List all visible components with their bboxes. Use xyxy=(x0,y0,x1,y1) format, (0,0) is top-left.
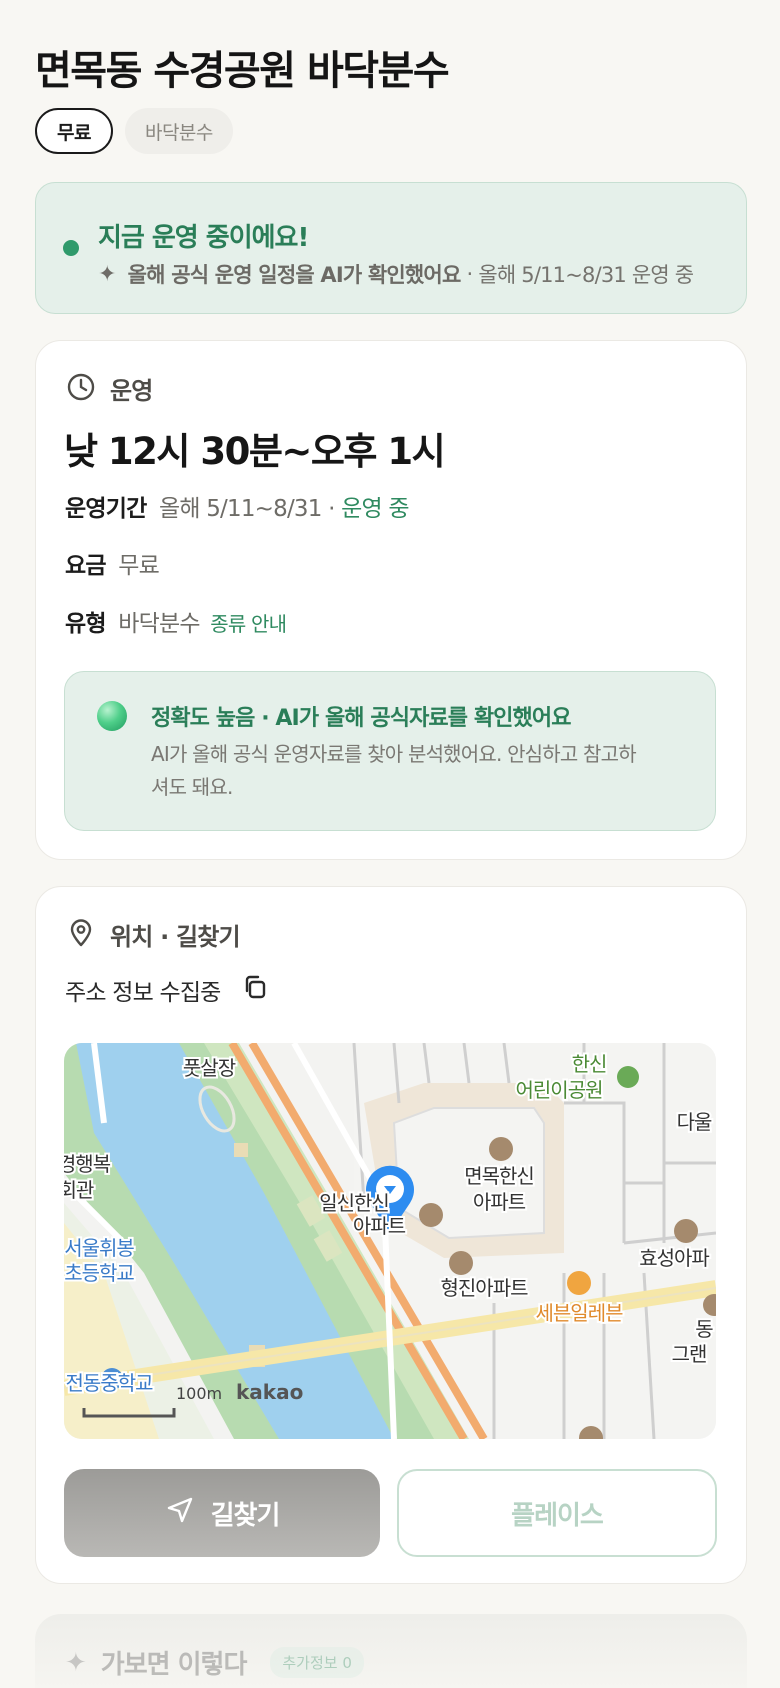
type-guide-link[interactable]: 종류 안내 xyxy=(210,612,287,636)
place-button[interactable]: 플레이스 xyxy=(397,1469,717,1557)
peek-badge: 추가정보 0 xyxy=(270,1647,364,1678)
page-title: 면목동 수경공원 바닥분수 xyxy=(35,48,450,94)
peek-header: ✦ 가보면 이렇다 추가정보 0 xyxy=(65,1644,364,1681)
operation-header: 운영 xyxy=(66,371,153,406)
accuracy-orb-icon xyxy=(97,701,127,731)
chip-type[interactable]: 바닥분수 xyxy=(124,108,233,154)
route-button[interactable]: 길찾기 xyxy=(64,1469,380,1557)
map-label-hyosung: 효성아파 xyxy=(639,1246,709,1270)
map-label-gyeong-2: 회관 xyxy=(64,1178,94,1202)
map-label-grand-1: 동 xyxy=(695,1317,713,1341)
map-brand-logo: kakao xyxy=(236,1380,303,1404)
navigation-arrow-icon xyxy=(165,1495,195,1532)
accuracy-desc: AI가 올해 공식 운영자료를 찾아 분석했어요. 안심하고 참고하셔도 돼요. xyxy=(151,742,637,799)
status-sub-sep: · xyxy=(466,262,473,286)
fee-row: 요금 무료 xyxy=(65,546,160,580)
route-button-label: 길찾기 xyxy=(210,1500,281,1531)
status-headline: 지금 운영 중이에요! xyxy=(98,223,309,253)
operation-label: 운영 xyxy=(110,377,153,405)
copy-icon[interactable] xyxy=(241,973,269,1007)
location-label: 위치 · 길찾기 xyxy=(110,923,241,951)
tag-chips: 무료 바닥분수 xyxy=(35,108,233,154)
address-row: 주소 정보 수집중 xyxy=(65,973,269,1007)
sparkle-icon: ✦ xyxy=(65,1647,87,1678)
place-button-label: 플레이스 xyxy=(511,1500,604,1531)
location-pin-icon xyxy=(66,918,96,952)
map-label-seven: 세븐일레븐 xyxy=(536,1301,624,1325)
fee-value: 무료 xyxy=(118,553,160,579)
status-sub-bold: 올해 공식 운영 일정을 AI가 확인했어요 xyxy=(127,263,462,287)
map-label-school-1: 서울휘봉 xyxy=(64,1236,134,1260)
operating-hours: 낮 12시 30분~오후 1시 xyxy=(64,430,446,473)
accuracy-box: 정확도 높음 · AI가 올해 공식자료를 확인했어요 AI가 올해 공식 운영… xyxy=(64,671,716,831)
period-status: 운영 중 xyxy=(341,496,409,522)
address-text: 주소 정보 수집중 xyxy=(65,980,221,1006)
location-card: 위치 · 길찾기 주소 정보 수집중 풋살장 한신 어린이공원 다울 면목한신 … xyxy=(35,886,747,1584)
period-row: 운영기간 올해 5/11~8/31 · 운영 중 xyxy=(65,489,410,523)
map-label-apt1a: 면목한신 xyxy=(464,1164,534,1188)
accuracy-title: 정확도 높음 · AI가 올해 공식자료를 확인했어요 xyxy=(151,706,571,731)
location-header: 위치 · 길찾기 xyxy=(66,917,241,952)
map-label-school-3: 전동중학교 xyxy=(66,1371,154,1395)
map-view[interactable]: 풋살장 한신 어린이공원 다울 면목한신 아파트 일신한신 아파트 형진아파트 … xyxy=(64,1043,716,1439)
map-label-apt1b: 아파트 xyxy=(473,1190,526,1214)
map-label-dau: 다울 xyxy=(677,1110,712,1134)
type-key: 유형 xyxy=(65,611,107,637)
status-dot xyxy=(63,240,79,256)
map-label-park-1: 한신 xyxy=(572,1052,607,1076)
status-subtext: ✦ 올해 공식 운영 일정을 AI가 확인했어요 · 올해 5/11~8/31 … xyxy=(98,259,694,289)
period-key: 운영기간 xyxy=(65,496,147,522)
sparkle-icon: ✦ xyxy=(98,261,116,287)
peek-title: 가보면 이렇다 xyxy=(100,1650,248,1680)
fee-key: 요금 xyxy=(65,553,107,579)
map-label-apt2a: 일신한신 xyxy=(319,1191,389,1215)
status-banner: 지금 운영 중이에요! ✦ 올해 공식 운영 일정을 AI가 확인했어요 · 올… xyxy=(35,182,747,314)
type-value: 바닥분수 xyxy=(118,611,200,637)
map-label-grand-2: 그랜 xyxy=(672,1342,707,1366)
chip-free[interactable]: 무료 xyxy=(35,108,113,154)
map-label-school-2: 초등학교 xyxy=(64,1261,134,1285)
period-sep: · xyxy=(328,496,335,522)
map-label-gyeong-1: 경행복 xyxy=(64,1152,111,1176)
map-label-park-2: 어린이공원 xyxy=(516,1078,603,1102)
map-label-apt2b: 아파트 xyxy=(353,1214,406,1238)
status-sub-rest: 올해 5/11~8/31 운영 중 xyxy=(478,263,694,287)
period-value: 올해 5/11~8/31 xyxy=(158,496,322,522)
operation-card: 운영 낮 12시 30분~오후 1시 운영기간 올해 5/11~8/31 · 운… xyxy=(35,340,747,860)
clock-icon xyxy=(66,372,96,406)
map-label-apt3: 형진아파트 xyxy=(441,1276,529,1300)
map-label-futsal: 풋살장 xyxy=(183,1056,236,1080)
type-row: 유형 바닥분수 종류 안내 xyxy=(65,604,287,638)
map-scale-label: 100m xyxy=(176,1384,222,1403)
next-section-peek: ✦ 가보면 이렇다 추가정보 0 xyxy=(35,1614,747,1688)
